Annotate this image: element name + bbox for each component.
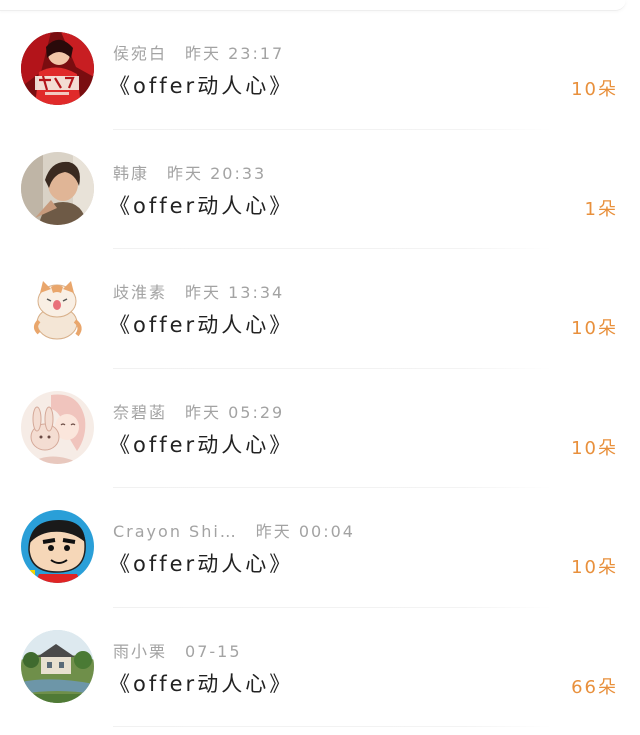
comment-meta: 韩康 昨天 20:33 bbox=[113, 160, 266, 184]
user-name[interactable]: 侯宛白 bbox=[113, 44, 167, 63]
work-title[interactable]: 《offer动人心》 bbox=[109, 429, 293, 459]
comment-time: 昨天 20:33 bbox=[167, 163, 267, 183]
flower-count: 10朵 bbox=[571, 437, 618, 459]
user-name[interactable]: 雨小栗 bbox=[113, 642, 167, 661]
comment-meta: 奈碧菡 昨天 05:29 bbox=[113, 399, 284, 423]
house-landscape-avatar-icon bbox=[21, 629, 94, 703]
avatar[interactable] bbox=[21, 271, 94, 344]
list-item[interactable]: Crayon Shi… 昨天 00:04 《offer动人心》 10朵 bbox=[0, 488, 640, 608]
comment-time: 昨天 00:04 bbox=[255, 522, 355, 541]
work-title[interactable]: 《offer动人心》 bbox=[109, 309, 293, 339]
avatar[interactable] bbox=[21, 151, 94, 225]
avatar[interactable] bbox=[21, 32, 94, 105]
flower-count: 1朵 bbox=[584, 198, 618, 220]
list-item[interactable]: 韩康 昨天 20:33 《offer动人心》 1朵 bbox=[0, 130, 640, 249]
person-photo-avatar-icon bbox=[21, 151, 94, 225]
red-poster-avatar-icon bbox=[21, 32, 94, 105]
list-item[interactable]: 雨小栗 07-15 《offer动人心》 66朵 bbox=[0, 608, 640, 727]
comment-meta: 歧淮素 昨天 13:34 bbox=[113, 279, 284, 303]
flower-count: 10朵 bbox=[571, 79, 618, 100]
list-item[interactable]: 奈碧菡 昨天 05:29 《offer动人心》 10朵 bbox=[0, 369, 640, 488]
comment-time: 昨天 23:17 bbox=[185, 44, 285, 63]
avatar[interactable] bbox=[21, 390, 94, 464]
crayon-shin-chan-avatar-icon bbox=[21, 510, 94, 583]
list-item[interactable]: 歧淮素 昨天 13:34 《offer动人心》 10朵 bbox=[0, 249, 640, 369]
user-name[interactable]: 韩康 bbox=[113, 164, 149, 183]
divider bbox=[113, 726, 552, 727]
flower-count: 10朵 bbox=[571, 318, 618, 339]
comment-list: 侯宛白 昨天 23:17 《offer动人心》 10朵 韩康 昨天 20:33 《o… bbox=[0, 10, 640, 727]
avatar[interactable] bbox=[21, 510, 94, 583]
list-item[interactable]: 侯宛白 昨天 23:17 《offer动人心》 10朵 bbox=[0, 10, 640, 130]
user-name[interactable]: 奈碧菡 bbox=[113, 403, 167, 422]
comment-time: 07-15 bbox=[185, 641, 242, 661]
work-title[interactable]: 《offer动人心》 bbox=[109, 190, 293, 220]
user-name[interactable]: Crayon Shi… bbox=[113, 522, 238, 541]
cat-avatar-icon bbox=[21, 271, 94, 344]
user-name[interactable]: 歧淮素 bbox=[113, 283, 167, 302]
work-title[interactable]: 《offer动人心》 bbox=[109, 668, 293, 698]
girl-rabbit-avatar-icon bbox=[21, 390, 94, 464]
flower-count: 66朵 bbox=[571, 676, 618, 698]
work-title[interactable]: 《offer动人心》 bbox=[109, 70, 293, 100]
comment-time: 昨天 05:29 bbox=[185, 402, 285, 422]
flower-count: 10朵 bbox=[571, 557, 618, 578]
work-title[interactable]: 《offer动人心》 bbox=[109, 548, 293, 578]
comment-time: 昨天 13:34 bbox=[185, 283, 285, 302]
comment-meta: Crayon Shi… 昨天 00:04 bbox=[113, 518, 355, 542]
comment-meta: 侯宛白 昨天 23:17 bbox=[113, 40, 284, 64]
avatar[interactable] bbox=[21, 629, 94, 703]
comment-meta: 雨小栗 07-15 bbox=[113, 638, 242, 662]
